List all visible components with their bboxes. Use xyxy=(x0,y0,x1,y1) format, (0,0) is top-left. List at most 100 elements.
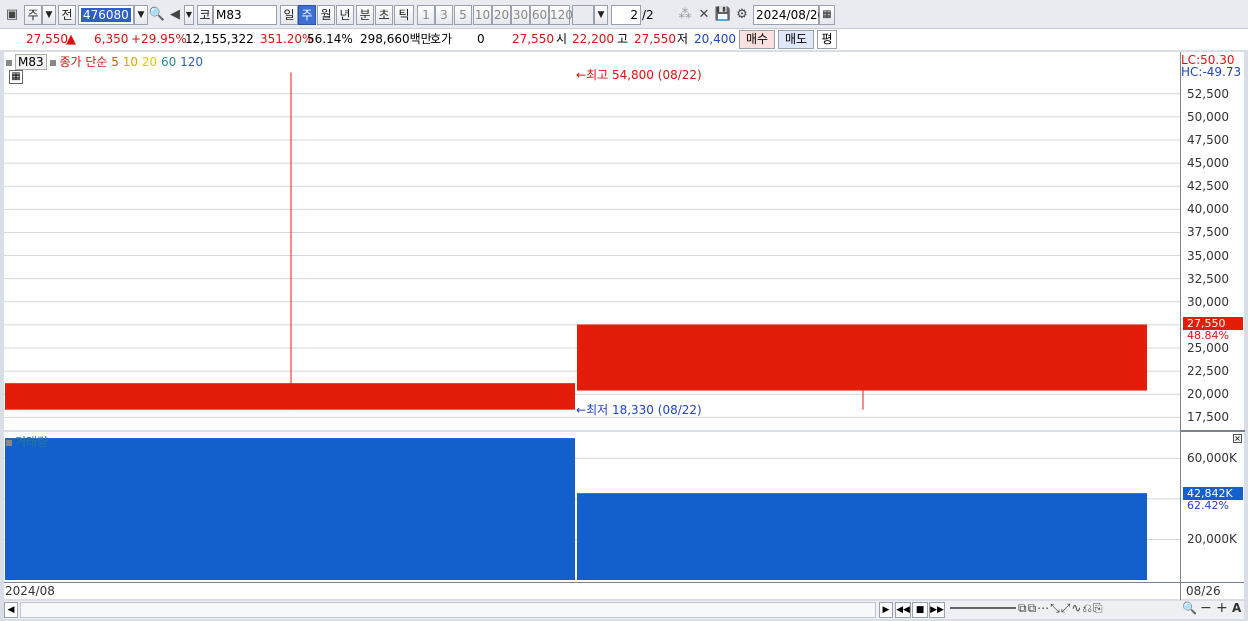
bottom-toolbar: ◀ ▶ ◀◀ ■ ▶▶ ⧉⧉⋯⤡⤢∿⎌⎘ 🔍 − + A xyxy=(4,600,1244,619)
hoga-price: 27,550 xyxy=(512,32,554,46)
volume-chart-pane[interactable]: 거래량 xyxy=(4,432,1180,582)
draw-tool-icon[interactable]: ✕ xyxy=(695,5,713,25)
interval-1-button[interactable]: 1 xyxy=(417,5,435,25)
date-axis: 2024/08 08/26 xyxy=(4,582,1244,600)
legend-marker xyxy=(6,439,12,446)
compare-icon[interactable]: ⁂ xyxy=(676,5,694,25)
custom-interval-field[interactable] xyxy=(572,5,594,25)
save-icon[interactable]: 💾 xyxy=(714,5,732,25)
price-tick-label: 32,500 xyxy=(1187,271,1229,286)
scroll-left-icon[interactable]: ◀ xyxy=(4,602,18,618)
buy-button[interactable]: 매수 xyxy=(739,30,775,49)
stop-icon[interactable]: ■ xyxy=(912,602,928,618)
period-month-button[interactable]: 월 xyxy=(317,5,335,25)
date-input[interactable]: 2024/08/26 xyxy=(753,5,825,25)
max-annotation: ←최고 54,800 (08/22) xyxy=(576,68,702,82)
price-change: 6,350 xyxy=(94,32,129,46)
scroll-right-icon[interactable]: ▶ xyxy=(879,602,893,618)
turnover-rate: 56.14% xyxy=(307,32,353,46)
price-tick-label: 47,500 xyxy=(1187,132,1229,147)
search-icon[interactable]: 🔍 xyxy=(148,5,166,25)
price-change-pct: +29.95% xyxy=(131,32,187,46)
close-pane-icon[interactable]: × xyxy=(1233,434,1242,443)
volume-bar xyxy=(577,493,1147,580)
stock-code-input[interactable]: 476080 xyxy=(78,5,134,25)
interval-5-button[interactable]: 5 xyxy=(454,5,472,25)
rewind-icon[interactable]: ◀◀ xyxy=(895,602,911,618)
interval-60-button[interactable]: 60 xyxy=(530,5,549,25)
flat-button[interactable]: 평 xyxy=(817,30,837,49)
volume-bar xyxy=(5,438,575,580)
price-tick-label: 42,500 xyxy=(1187,179,1229,194)
legend-ma-120: 120 xyxy=(180,55,203,69)
period-second-button[interactable]: 초 xyxy=(375,5,393,25)
legend-marker xyxy=(6,59,12,66)
code-dropdown-icon[interactable]: ▼ xyxy=(134,5,148,25)
low-price: 20,400 xyxy=(694,32,736,46)
chart-scrollbar[interactable] xyxy=(20,602,876,618)
high-label: 고 xyxy=(617,32,629,46)
fast-forward-icon[interactable]: ▶▶ xyxy=(929,602,945,618)
legend-stock-name[interactable]: M83 xyxy=(15,54,47,70)
period-minute-button[interactable]: 분 xyxy=(356,5,374,25)
drawing-tools-icons[interactable]: ⧉⧉⋯⤡⤢∿⎌⎘ xyxy=(1018,601,1104,616)
period-year-button[interactable]: 년 xyxy=(336,5,354,25)
price-tick-label: 25,000 xyxy=(1187,341,1229,356)
interval-20-button[interactable]: 20 xyxy=(492,5,511,25)
interval-3-button[interactable]: 3 xyxy=(435,5,453,25)
interval-120-button[interactable]: 120 xyxy=(549,5,573,25)
price-tick-label: 20,000 xyxy=(1187,387,1229,402)
page-input[interactable]: 2 xyxy=(611,5,641,25)
period-type-select[interactable]: 주 xyxy=(24,5,42,25)
trade-amount: 298,660백만 xyxy=(360,32,432,46)
volume-tick-label: 20,000K xyxy=(1187,532,1237,547)
period-tick-button[interactable]: 틱 xyxy=(394,5,414,25)
zoom-in-icon[interactable]: + xyxy=(1216,600,1228,616)
period-week-button[interactable]: 주 xyxy=(298,5,316,25)
prev-button[interactable]: 전 xyxy=(58,5,76,25)
auto-scale-icon[interactable]: A xyxy=(1232,601,1241,615)
window-menu-icon[interactable]: ▣ xyxy=(3,5,21,25)
axis-separator xyxy=(1180,583,1181,600)
period-type-dropdown-icon[interactable]: ▼ xyxy=(42,5,56,25)
last-volume-pct: 62.42% xyxy=(1187,499,1229,513)
candle-body xyxy=(5,383,575,410)
sell-button[interactable]: 매도 xyxy=(778,30,814,49)
low-label: 저 xyxy=(677,32,689,46)
stock-name-field[interactable]: M83 xyxy=(213,5,277,25)
table-view-icon[interactable]: ▦ xyxy=(9,70,23,84)
price-chart-pane[interactable]: M83 종가 단순 5 10 20 60 120 ▦ ←최고 54,800 (0… xyxy=(4,52,1180,430)
legend-ma-20: 20 xyxy=(141,55,158,69)
volume-tick-label: 60,000K xyxy=(1187,451,1237,466)
zoom-icon[interactable]: 🔍 xyxy=(1182,601,1197,615)
interval-10-button[interactable]: 10 xyxy=(473,5,492,25)
legend-ma-5: 5 xyxy=(111,55,119,69)
period-day-button[interactable]: 일 xyxy=(280,5,298,25)
settings-gear-icon[interactable]: ⚙ xyxy=(733,5,751,25)
zoom-out-icon[interactable]: − xyxy=(1200,600,1212,616)
speaker-dropdown-icon[interactable]: ▼ xyxy=(184,5,194,25)
interval-30-button[interactable]: 30 xyxy=(511,5,530,25)
legend-ma-60: 60 xyxy=(160,55,177,69)
price-tick-label: 30,000 xyxy=(1187,294,1229,309)
price-tick-label: 35,000 xyxy=(1187,248,1229,263)
date-axis-left-label: 2024/08 xyxy=(5,584,55,598)
candle-body xyxy=(577,324,1147,391)
min-annotation: ←최저 18,330 (08/22) xyxy=(576,403,702,417)
price-tick-label: 52,500 xyxy=(1187,86,1229,101)
speed-slider[interactable] xyxy=(950,607,1016,609)
stock-code-value: 476080 xyxy=(81,8,131,22)
speaker-icon[interactable]: ◀ xyxy=(166,5,184,25)
max-label: 최고 54,800 (08/22) xyxy=(586,68,702,82)
hc-label: HC:-49.73 xyxy=(1181,65,1242,79)
custom-interval-dropdown-icon[interactable]: ▼ xyxy=(594,5,608,25)
hoga-value: 0 xyxy=(477,32,485,46)
min-label: 최저 18,330 (08/22) xyxy=(586,403,702,417)
open-label: 시 xyxy=(556,32,568,46)
market-prefix[interactable]: 코 xyxy=(197,5,213,25)
hoga-label: 호가 xyxy=(430,32,453,46)
calendar-icon[interactable]: ▦ xyxy=(819,5,835,25)
pane-divider xyxy=(1181,430,1245,432)
right-price-scale: LC:50.30 HC:-49.73 17,500 20,000 22,500 25,… xyxy=(1180,52,1245,582)
price-tick-label: 17,500 xyxy=(1187,410,1229,425)
